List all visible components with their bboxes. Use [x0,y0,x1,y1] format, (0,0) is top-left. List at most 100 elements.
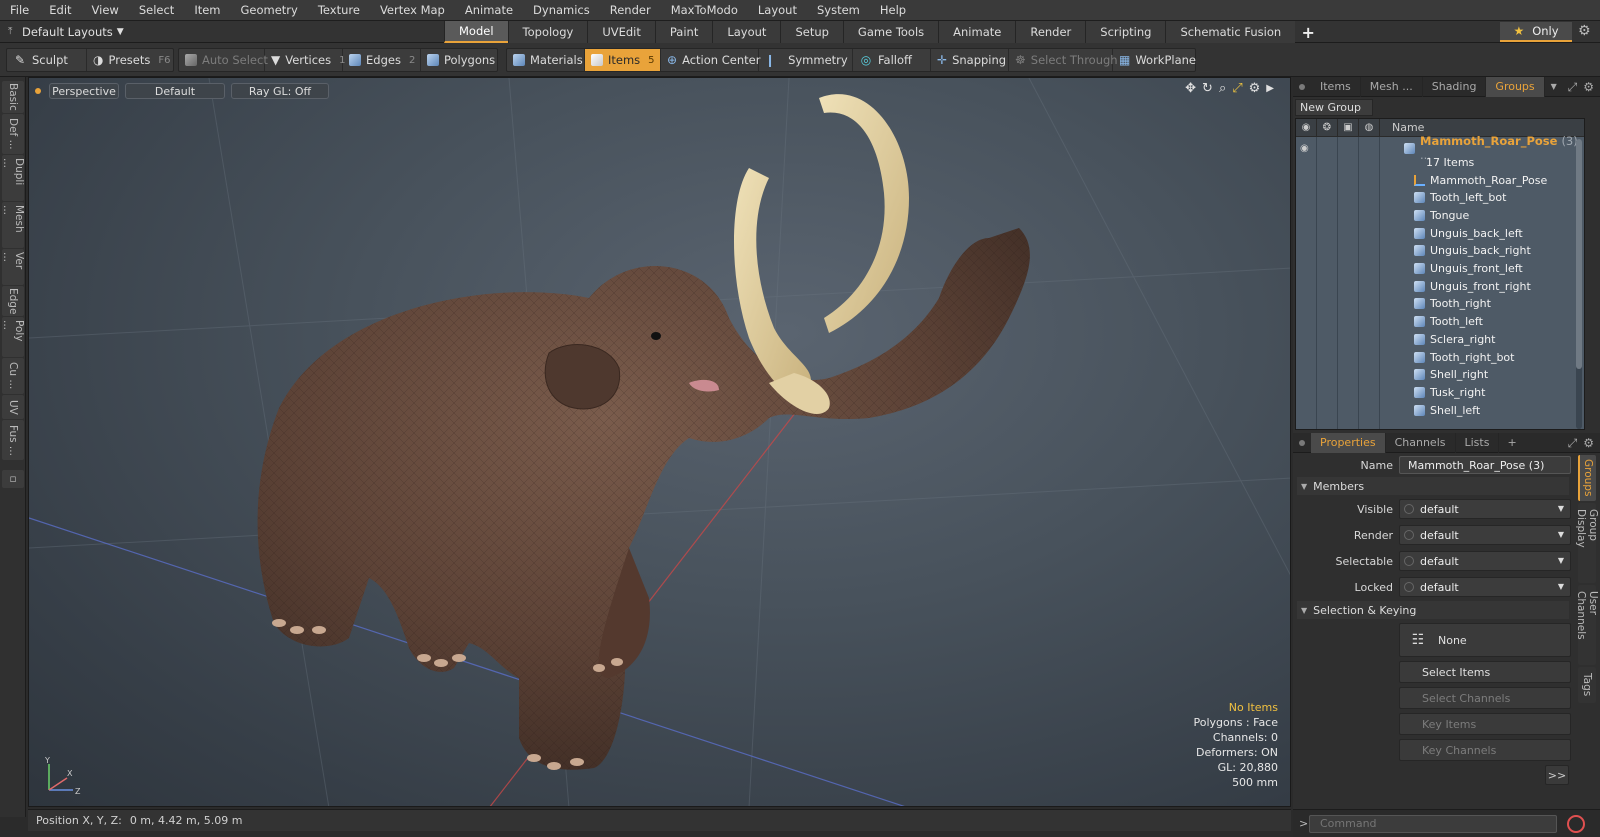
menu-help[interactable]: Help [870,3,916,17]
falloff-button[interactable]: ◎ Falloff [853,49,931,71]
group-visible-eye-icon[interactable]: ◉ [1300,143,1309,154]
menu-select[interactable]: Select [129,3,184,17]
materials-button[interactable]: Materials [507,49,585,71]
panel-gear-icon[interactable]: ⚙ [1583,80,1594,95]
ltab-basic[interactable]: Basic [2,81,24,113]
viewport-menu-dot-icon[interactable] [35,88,41,94]
ltab-vertex[interactable]: Ver ... [1,249,25,285]
new-group-button[interactable]: New Group [1295,99,1373,116]
list-item[interactable]: Shell_right [1296,366,1584,384]
gear-icon[interactable]: ⚙ [1578,23,1591,39]
tab-properties[interactable]: Properties [1311,432,1386,453]
pan-icon[interactable]: ✥ [1185,81,1196,96]
tab-schematic-fusion[interactable]: Schematic Fusion [1165,21,1296,43]
ltab-uv[interactable]: UV [2,395,24,419]
list-item[interactable]: Unguis_front_left [1296,260,1584,278]
tab-model[interactable]: Model [444,21,508,43]
tab-groups[interactable]: Groups [1486,76,1545,97]
key-channels-button[interactable]: Key Channels [1399,739,1571,761]
list-item[interactable]: Unguis_front_right [1296,277,1584,295]
mammoth-model[interactable] [257,94,1030,770]
menu-texture[interactable]: Texture [308,3,370,17]
menu-animate[interactable]: Animate [455,3,523,17]
polygons-button[interactable]: Polygons [421,49,497,71]
list-item[interactable]: Unguis_back_right [1296,242,1584,260]
collapse-up-icon[interactable]: ⤒ [8,26,22,37]
name-field[interactable]: Mammoth_Roar_Pose (3) [1399,456,1571,474]
ltab-deform[interactable]: Def ... [2,114,24,154]
visible-dropdown[interactable]: default ▼ [1399,499,1571,519]
menu-vertex-map[interactable]: Vertex Map [370,3,455,17]
menu-dynamics[interactable]: Dynamics [523,3,600,17]
sculpt-button[interactable]: ✎ Sculpt [7,49,87,71]
add-tab-icon[interactable]: + [1295,21,1321,43]
key-items-button[interactable]: Key Items [1399,713,1571,735]
list-item[interactable]: Tooth_left [1296,313,1584,331]
tab-lists[interactable]: Lists [1456,432,1500,453]
menu-file[interactable]: File [0,3,39,17]
viewport-gear-icon[interactable]: ⚙ [1249,81,1261,96]
menu-edit[interactable]: Edit [39,3,81,17]
tab-animate[interactable]: Animate [938,21,1016,43]
command-input[interactable] [1309,814,1557,833]
selectable-dropdown[interactable]: default ▼ [1399,551,1571,571]
view-type-dropdown[interactable]: Perspective [49,83,119,99]
ltab-curve[interactable]: Cu ... [2,358,24,394]
tab-items[interactable]: Items [1311,76,1361,97]
select-channels-button[interactable]: Select Channels [1399,687,1571,709]
auto-select-button[interactable]: Auto Select [179,49,268,71]
prop-menu-dot-icon[interactable] [1299,439,1305,446]
expand-tabs-icon[interactable]: ▫ [2,470,24,488]
list-item[interactable]: Unguis_back_left [1296,224,1584,242]
workplane-button[interactable]: ▦ WorkPlane [1113,49,1196,71]
layouts-dropdown[interactable]: ⤒ Default Layouts ▼ [0,21,140,43]
tab-paint[interactable]: Paint [654,21,713,43]
action-center-button[interactable]: ⊕ Action Center [661,49,760,71]
render-icon[interactable]: ❂ [1317,119,1338,137]
menu-layout[interactable]: Layout [748,3,807,17]
symmetry-button[interactable]: ❙ Symmetry [759,49,853,71]
tabs-dropdown-icon[interactable]: ▼ [1545,82,1563,91]
add-prop-tab-icon[interactable]: + [1499,436,1524,449]
items-button[interactable]: Items 5 [585,49,661,71]
3d-viewport[interactable]: Perspective Default Ray GL: Off ✥ ↻ ⌕ ⤢ … [28,77,1291,807]
select-icon[interactable]: ◍ [1359,119,1380,137]
menu-render[interactable]: Render [600,3,661,17]
tab-shading[interactable]: Shading [1423,76,1487,97]
list-item[interactable]: Tooth_right [1296,295,1584,313]
vtab-group-display[interactable]: Group Display [1575,503,1599,583]
lock-icon[interactable]: ▣ [1338,119,1359,137]
tab-setup[interactable]: Setup [780,21,843,43]
menu-view[interactable]: View [82,3,129,17]
vertices-button[interactable]: ▼ Vertices 1 [265,49,345,71]
menu-maxtomodo[interactable]: MaxToModo [661,3,748,17]
selection-keying-section[interactable]: ▼ Selection & Keying [1297,601,1569,619]
viewport-expand-icon[interactable]: ▶ [1266,81,1274,96]
list-item[interactable]: Shell_left [1296,401,1584,419]
tab-game-tools[interactable]: Game Tools [842,21,939,43]
list-item[interactable]: Mammoth_Roar_Pose [1296,171,1584,189]
rotate-icon[interactable]: ↻ [1202,81,1213,96]
group-list-scrollbar[interactable] [1576,139,1582,429]
more-button[interactable]: >> [1545,765,1569,785]
vtab-tags[interactable]: Tags [1578,667,1596,703]
list-item[interactable]: Tooth_left_bot [1296,189,1584,207]
members-section[interactable]: ▼ Members [1297,477,1569,495]
prop-gear-icon[interactable]: ⚙ [1583,436,1594,451]
tab-channels[interactable]: Channels [1386,432,1456,453]
select-through-button[interactable]: ☸ Select Through [1009,49,1118,71]
tab-mesh[interactable]: Mesh ... [1361,76,1423,97]
tab-uvedit[interactable]: UVEdit [587,21,655,43]
list-item[interactable]: Tusk_right [1296,383,1584,401]
ltab-mesh[interactable]: Mesh ... [1,202,25,248]
ltab-duplicate[interactable]: Dupli ... [1,155,25,201]
zoom-icon[interactable]: ⌕ [1219,81,1226,96]
presets-button[interactable]: ◑ Presets F6 [87,49,173,71]
prop-maximize-icon[interactable]: ⤢ [1568,436,1578,451]
render-dropdown[interactable]: default ▼ [1399,525,1571,545]
vtab-user-channels[interactable]: User Channels [1575,585,1599,665]
snapping-button[interactable]: ✛ Snapping [931,49,1009,71]
list-item[interactable]: Tongue [1296,206,1584,224]
list-item[interactable]: Sclera_right [1296,330,1584,348]
menu-item[interactable]: Item [184,3,230,17]
